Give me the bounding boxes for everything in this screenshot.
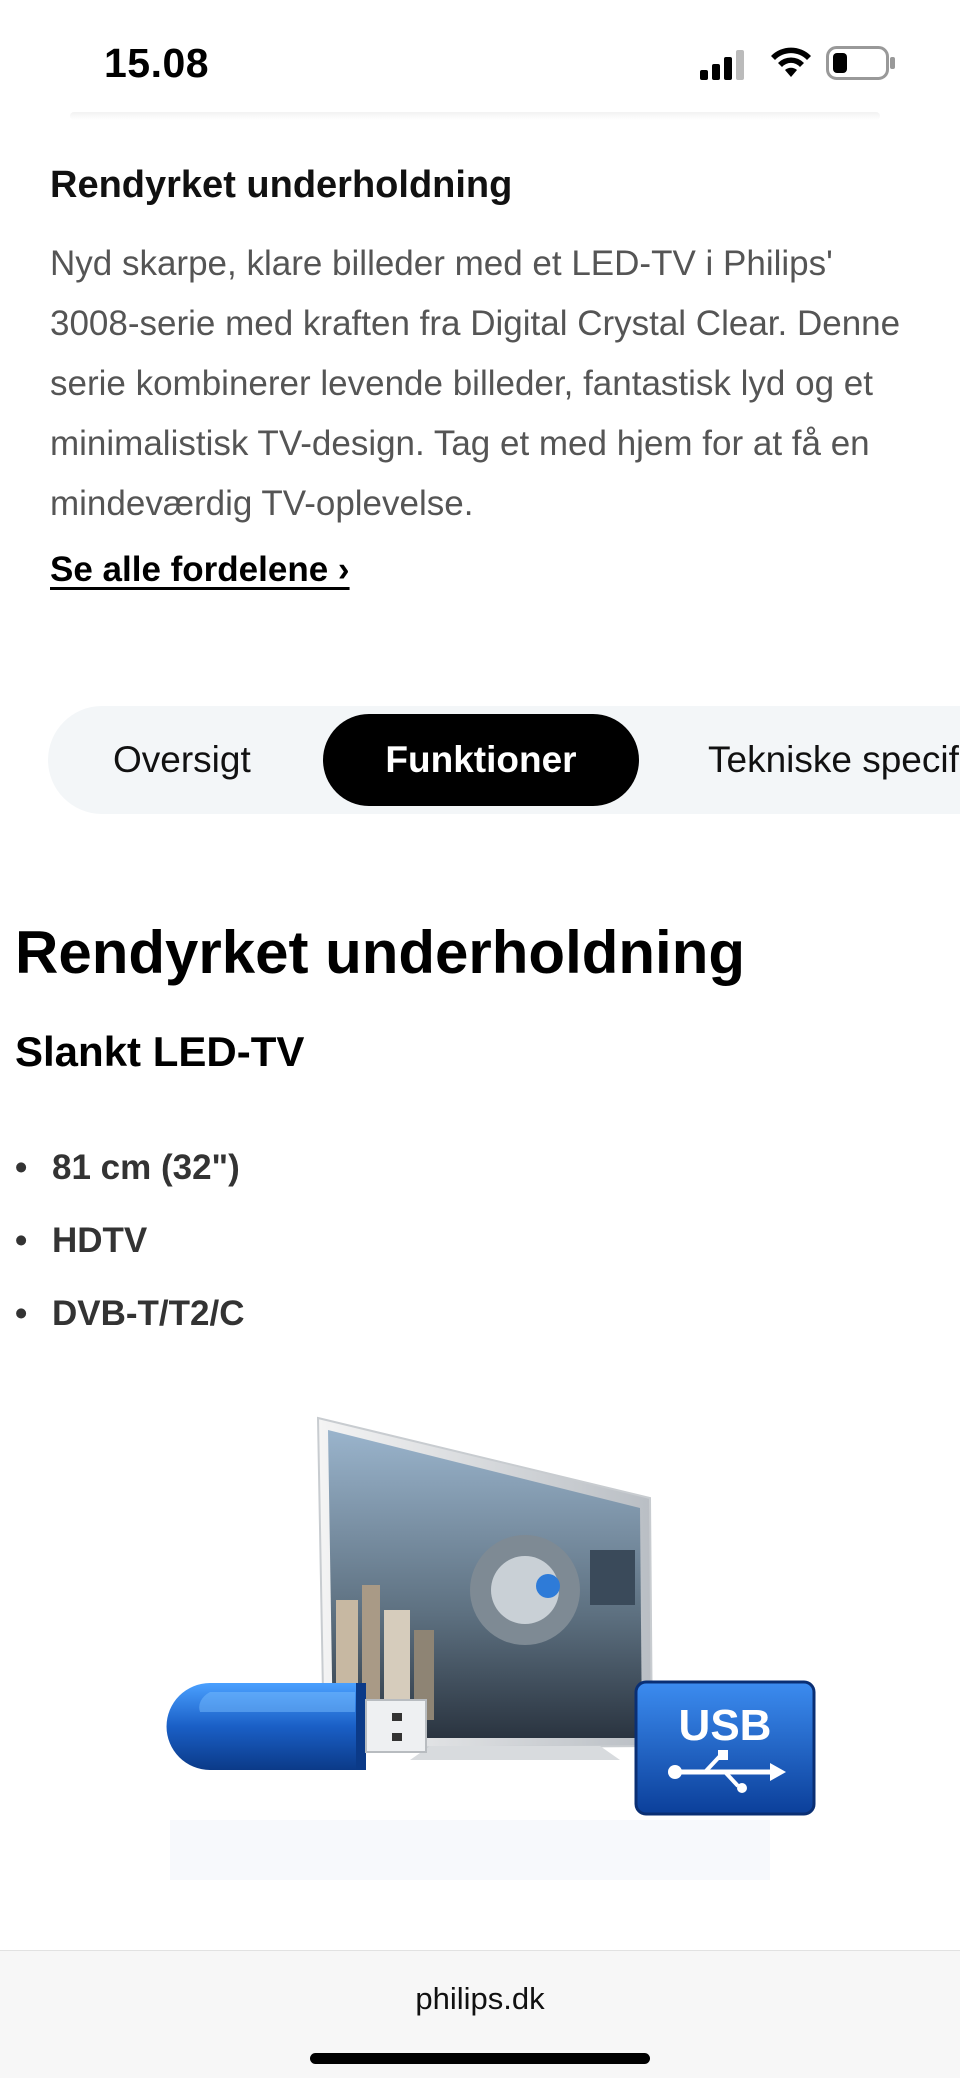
url-label[interactable]: philips.dk (0, 1981, 960, 2017)
feature-heading: Rendyrket underholdning (15, 919, 746, 986)
spec-item: • DVB-T/T2/C (15, 1294, 245, 1367)
spec-list: • 81 cm (32") • HDTV • DVB-T/T2/C (15, 1148, 245, 1367)
home-indicator[interactable] (310, 2053, 650, 2064)
wifi-icon (771, 47, 811, 77)
signal-icon (700, 50, 744, 80)
tab-overview[interactable]: Oversigt (113, 714, 251, 806)
spec-item-label: 81 cm (32") (52, 1148, 240, 1187)
feature-subheading: Slankt LED-TV (15, 1028, 305, 1075)
tab-bar: Oversigt Funktioner Tekniske specifikati… (48, 706, 960, 814)
intro-title: Rendyrket underholdning (50, 164, 513, 206)
spec-item: • HDTV (15, 1221, 245, 1294)
tab-technical-specs[interactable]: Tekniske specifikationer (708, 714, 960, 806)
usb-badge-illustration: USB (634, 1680, 816, 1816)
spec-item-label: DVB-T/T2/C (52, 1294, 245, 1333)
header-divider (70, 112, 880, 120)
usb-badge-label: USB (679, 1701, 772, 1750)
bullet-icon: • (15, 1221, 28, 1260)
battery-icon (826, 46, 895, 80)
status-time: 15.08 (104, 40, 210, 86)
spec-item-label: HDTV (52, 1221, 148, 1260)
see-all-benefits-link[interactable]: Se alle fordelene › (50, 550, 350, 590)
product-image: USB (166, 1416, 816, 1880)
tab-features[interactable]: Funktioner (323, 714, 639, 806)
bullet-icon: • (15, 1148, 28, 1187)
intro-description: Nyd skarpe, klare billeder med et LED-TV… (50, 244, 901, 523)
browser-bottom-bar: philips.dk (0, 1950, 960, 2078)
status-bar: 15.08 (0, 0, 960, 118)
spec-item: • 81 cm (32") (15, 1148, 245, 1221)
bullet-icon: • (15, 1294, 28, 1333)
